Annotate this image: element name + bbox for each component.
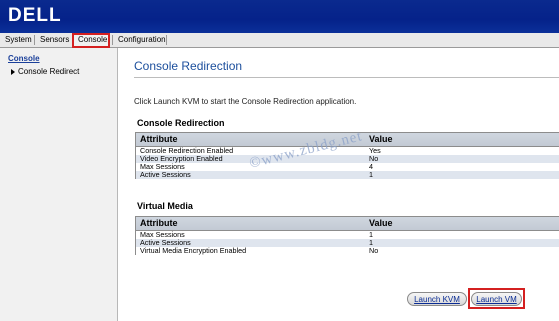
row-value: No (369, 246, 379, 255)
table-header: Attribute Value (136, 133, 559, 147)
table-row: Active Sessions 1 (136, 171, 559, 179)
tab-system[interactable]: System (5, 33, 32, 47)
row-attribute: Virtual Media Encryption Enabled (140, 246, 247, 255)
tab-separator (34, 35, 35, 45)
table-row: Video Encryption Enabled No (136, 155, 559, 163)
header-attribute: Attribute (140, 218, 178, 228)
section-title-console-redirection: Console Redirection (137, 118, 225, 128)
divider (134, 77, 559, 78)
console-redirection-table: Attribute Value Console Redirection Enab… (135, 132, 559, 179)
table-row: Max Sessions 4 (136, 163, 559, 171)
tab-console-label[interactable]: Console (78, 33, 107, 47)
table-header: Attribute Value (136, 217, 559, 231)
header-value: Value (369, 218, 393, 228)
tab-sensors[interactable]: Sensors (40, 33, 69, 47)
tab-separator (112, 35, 113, 45)
dell-logo: DELL (8, 5, 62, 26)
tab-configuration[interactable]: Configuration (118, 33, 166, 47)
section-title-virtual-media: Virtual Media (137, 201, 193, 211)
launch-kvm-button[interactable]: Launch KVM (407, 292, 467, 306)
virtual-media-table: Attribute Value Max Sessions 1 Active Se… (135, 216, 559, 255)
table-row: Max Sessions 1 (136, 231, 559, 239)
intro-text: Click Launch KVM to start the Console Re… (134, 97, 357, 106)
triangle-right-icon (11, 69, 15, 75)
table-row: Virtual Media Encryption Enabled No (136, 247, 559, 255)
sidebar (0, 48, 118, 321)
page-title: Console Redirection (134, 59, 243, 73)
launch-vm-button[interactable]: Launch VM (471, 292, 522, 306)
row-attribute: Active Sessions (140, 170, 191, 179)
top-banner: DELL (0, 0, 559, 33)
tab-separator (166, 35, 167, 45)
sidebar-item-console-redirect[interactable]: Console Redirect (18, 67, 79, 76)
header-attribute: Attribute (140, 134, 178, 144)
sidebar-title-console[interactable]: Console (8, 54, 40, 63)
header-value: Value (369, 134, 393, 144)
row-value: 1 (369, 170, 373, 179)
